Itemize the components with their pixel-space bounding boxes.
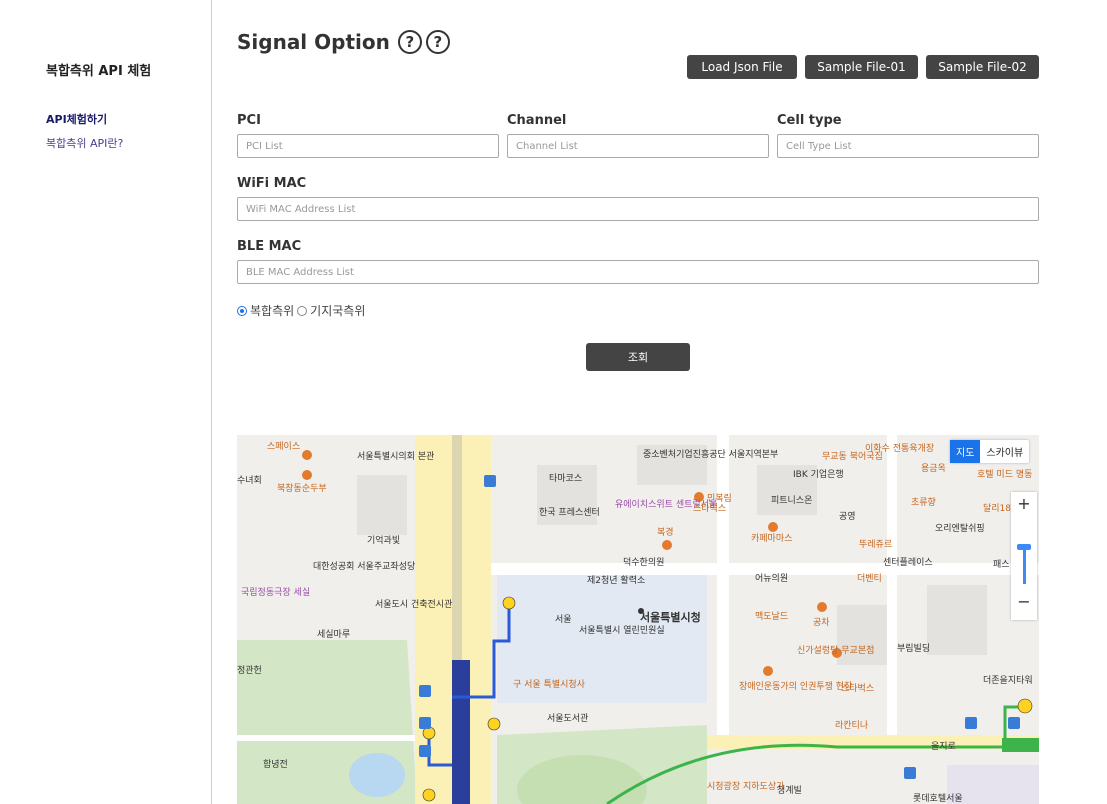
map-label: 라칸티나	[835, 721, 869, 731]
zoom-in-button[interactable]: +	[1011, 494, 1037, 513]
map-label: 세실마루	[317, 630, 351, 640]
map-label: 서울도서관	[547, 714, 589, 724]
map-view[interactable]: 스페이스 서울특별시의회 본관 수녀회 북창동순두부 기억과빛 대한성공회 서울…	[237, 435, 1039, 804]
map-label: 시청광장 지하도상가	[707, 782, 785, 792]
sidebar-item-api-try[interactable]: API체험하기	[46, 111, 107, 127]
map-label: 서울	[555, 615, 572, 625]
sample-file-02-button[interactable]: Sample File-02	[926, 55, 1039, 79]
map-label: 덕수한의원	[623, 558, 665, 568]
map-label: 스타벅스	[693, 504, 727, 514]
radio-cell[interactable]	[297, 305, 308, 316]
zoom-slider-track[interactable]	[1023, 548, 1026, 584]
map-label: 이화수 전통육개장	[865, 444, 935, 454]
sidebar: 복합측위 API 체험 API체험하기 복합측위 API란?	[0, 0, 212, 804]
map-label: 센터플레이스	[883, 558, 933, 568]
map-label: 용금옥	[921, 464, 946, 474]
map-label: 피트니스온	[771, 496, 813, 506]
map-label: 뚜레쥬르	[859, 540, 893, 550]
map-label: 호텔 미드 명동	[977, 470, 1033, 480]
pci-label: PCI	[237, 113, 261, 128]
channel-input[interactable]: Channel List	[507, 134, 769, 158]
page-title: Signal Option	[237, 30, 390, 54]
map-label: 타마코스	[549, 474, 583, 484]
map-label: 구 서울 특별시청사	[513, 680, 585, 690]
map-label: 스페이스	[267, 442, 301, 452]
positioning-mode-radios: 복합측위 기지국측위	[237, 302, 365, 319]
map-label: 중소벤처기업진흥공단 서울지역본부	[643, 450, 779, 460]
radio-composite[interactable]	[237, 305, 247, 316]
map-label: 장애인운동가의 인권투쟁 현장	[739, 682, 853, 692]
map-label: 을지로	[931, 742, 956, 752]
map-label: 더벤티	[857, 574, 882, 584]
map-label: 부림빌딩	[897, 644, 931, 654]
map-label: IBK 기업은행	[793, 470, 844, 480]
map-label: 한국 프레스센터	[539, 508, 600, 518]
map-label: 대한성공회 서울주교좌성당	[313, 562, 416, 572]
map-label: 국립정동극장 세실	[241, 588, 311, 598]
map-label: 기억과빛	[367, 536, 401, 546]
map-label: 함녕전	[263, 760, 288, 770]
pci-input[interactable]: PCI List	[237, 134, 499, 158]
map-label: 청계빌	[777, 786, 802, 796]
channel-label: Channel	[507, 113, 567, 128]
map-label: 복경	[657, 528, 674, 538]
help-icon[interactable]: ?	[397, 30, 422, 54]
submit-button[interactable]: 조회	[586, 343, 690, 371]
map-label: 정관헌	[237, 666, 262, 676]
map-label: 수녀회	[237, 476, 262, 486]
wifi-mac-input[interactable]: WiFi MAC Address List	[237, 197, 1039, 221]
map-label: 제2청년 활력소	[587, 576, 646, 586]
map-type-toggle: 지도 스카이뷰	[950, 440, 1030, 463]
sidebar-title: 복합측위 API 체험	[46, 64, 152, 79]
help-icon[interactable]: ?	[425, 30, 450, 54]
load-json-button[interactable]: Load Json File	[687, 55, 797, 79]
main-content: Signal Option ? ? Load Json File Sample …	[237, 0, 1039, 804]
radio-composite-label: 복합측위	[250, 304, 295, 318]
wifi-mac-label: WiFi MAC	[237, 176, 307, 191]
map-label: 어뉴의원	[755, 574, 789, 584]
map-label: 오리엔탈쉬핑	[935, 524, 985, 534]
page-heading: Signal Option ? ?	[237, 30, 450, 54]
map-label: 초류향	[911, 498, 936, 508]
map-label: 서울특별시 열린민원실	[579, 626, 665, 636]
map-label: 달리18	[983, 504, 1012, 514]
map-label: 공차	[813, 618, 830, 628]
zoom-control: + −	[1011, 492, 1037, 620]
map-label: 공영	[839, 512, 856, 522]
sample-file-01-button[interactable]: Sample File-01	[805, 55, 918, 79]
map-label: 신가설렁탕 무교본점	[797, 646, 875, 656]
map-base	[237, 435, 1039, 804]
zoom-out-button[interactable]: −	[1011, 592, 1037, 611]
map-type-map-button[interactable]: 지도	[950, 440, 981, 463]
sidebar-item-api-about[interactable]: 복합측위 API란?	[46, 135, 123, 151]
map-label: 북창동순두부	[277, 484, 327, 494]
map-label: 롯데호텔서울	[913, 794, 963, 804]
cell-type-label: Cell type	[777, 113, 842, 128]
map-type-skyview-button[interactable]: 스카이뷰	[980, 440, 1029, 463]
map-label: 패스	[993, 560, 1010, 570]
map-label: 서울특별시의회 본관	[357, 452, 435, 462]
map-label: 더존을지타워	[983, 676, 1033, 686]
cell-type-input[interactable]: Cell Type List	[777, 134, 1039, 158]
map-label: 맥도날드	[755, 612, 789, 622]
radio-cell-label: 기지국측위	[310, 304, 366, 318]
map-label: 서울도시 건축전시관	[375, 600, 453, 610]
map-label: 카페마마스	[751, 534, 793, 544]
ble-mac-input[interactable]: BLE MAC Address List	[237, 260, 1039, 284]
ble-mac-label: BLE MAC	[237, 239, 302, 254]
